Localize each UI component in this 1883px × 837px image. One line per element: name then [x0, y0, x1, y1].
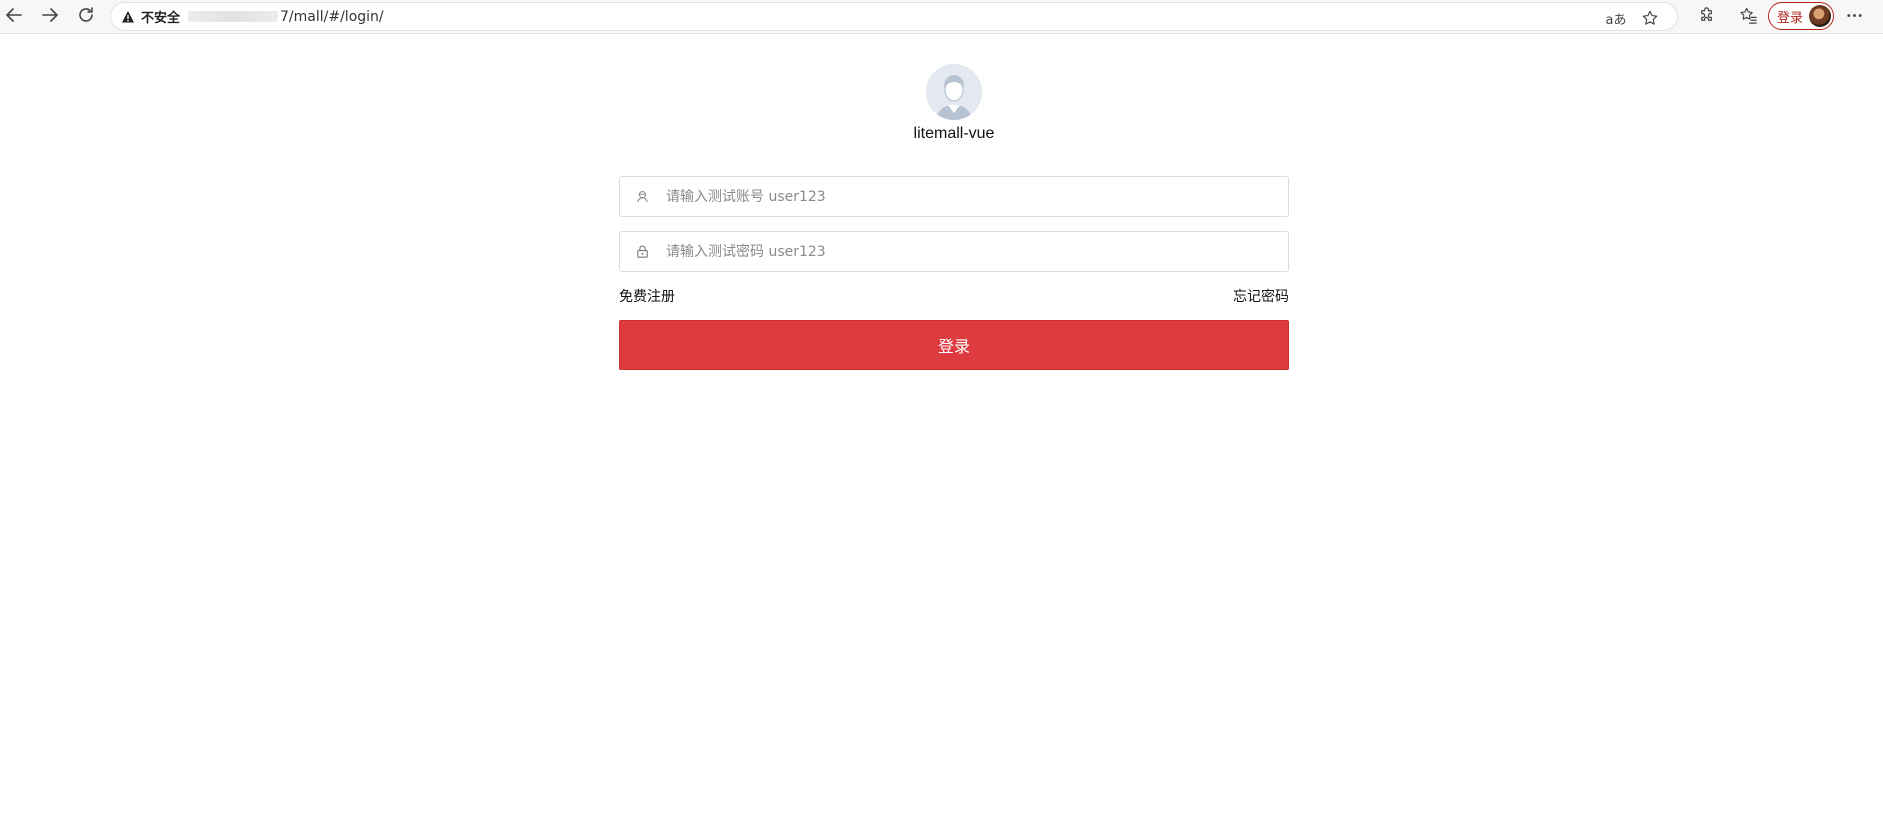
- profile-avatar: [1809, 5, 1831, 27]
- address-bar[interactable]: 不安全 7/mall/#/login/ aあ: [110, 2, 1678, 31]
- password-input[interactable]: [664, 232, 1288, 271]
- back-button[interactable]: [0, 3, 28, 31]
- profile-signin-label: 登录: [1777, 10, 1804, 26]
- arrow-left-icon: [4, 5, 24, 29]
- url-text[interactable]: 7/mall/#/login/: [280, 9, 384, 25]
- refresh-icon: [76, 5, 96, 29]
- favorites-button[interactable]: [1735, 4, 1761, 30]
- auth-links: 免费注册 忘记密码: [619, 286, 1289, 306]
- arrow-right-icon: [40, 5, 60, 29]
- refresh-button[interactable]: [72, 3, 100, 31]
- star-icon[interactable]: [1639, 7, 1661, 29]
- more-icon: [1845, 6, 1864, 29]
- username-field[interactable]: [619, 176, 1289, 217]
- forgot-password-link[interactable]: 忘记密码: [1233, 286, 1289, 306]
- puzzle-icon: [1698, 6, 1717, 29]
- read-aloud-icon[interactable]: aあ: [1605, 7, 1627, 29]
- profile-signin-button[interactable]: 登录: [1768, 2, 1834, 30]
- forward-button[interactable]: [36, 3, 64, 31]
- browser-toolbar: 不安全 7/mall/#/login/ aあ 登录: [0, 0, 1883, 34]
- extensions-button[interactable]: [1694, 4, 1720, 30]
- username-input[interactable]: [664, 177, 1288, 216]
- more-button[interactable]: [1841, 4, 1867, 30]
- avatar-icon: [926, 64, 982, 120]
- site-name: litemall-vue: [913, 125, 995, 142]
- register-link[interactable]: 免费注册: [619, 286, 675, 306]
- password-field[interactable]: [619, 231, 1289, 272]
- warning-triangle-icon[interactable]: [121, 10, 135, 24]
- user-icon: [620, 176, 664, 217]
- url-host-redacted: [188, 11, 279, 22]
- lock-icon: [620, 231, 664, 272]
- insecure-label[interactable]: 不安全: [141, 7, 180, 26]
- login-button[interactable]: 登录: [619, 320, 1289, 370]
- favorites-list-icon: [1739, 6, 1758, 29]
